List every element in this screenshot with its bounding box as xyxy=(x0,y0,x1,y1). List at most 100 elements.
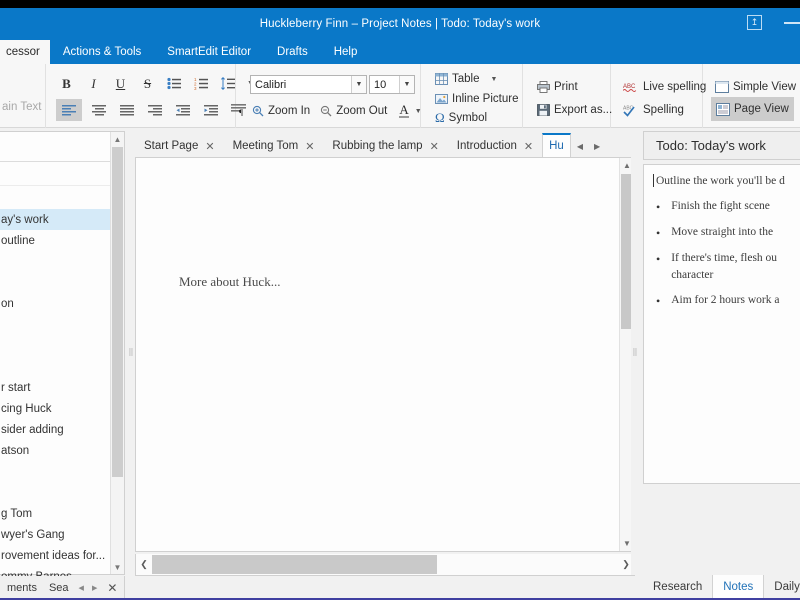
live-spelling-button[interactable]: ABC Live spelling xyxy=(619,76,710,98)
binder-item-3[interactable] xyxy=(0,251,124,272)
binder-item-outline[interactable]: outline xyxy=(0,230,124,251)
document-body-text[interactable]: More about Huck... xyxy=(179,274,280,290)
inspector-notes-body[interactable]: Outline the work you'll be d • Finish th… xyxy=(643,164,800,484)
binder-item-0[interactable] xyxy=(0,188,124,209)
tab-label: Rubbing the lamp xyxy=(332,140,422,152)
binder-item-12[interactable]: atson xyxy=(0,440,124,461)
print-button[interactable]: Print xyxy=(533,76,582,98)
align-center-button[interactable] xyxy=(88,100,110,121)
document-tab-rubbing-the-lamp[interactable]: Rubbing the lamp ✕ xyxy=(323,135,447,157)
ribbon-tab-smartedit-editor[interactable]: SmartEdit Editor xyxy=(154,39,264,64)
document-page[interactable]: More about Huck... ▲ ▼ xyxy=(135,157,635,552)
binder-tab-search[interactable]: Sea xyxy=(43,582,75,594)
font-family-select[interactable]: Calibri ▼ xyxy=(250,75,367,94)
tab-close-icon[interactable]: ✕ xyxy=(305,140,314,153)
strikethrough-button[interactable]: S xyxy=(137,73,158,94)
document-tab-meeting-tom[interactable]: Meeting Tom ✕ xyxy=(224,135,324,157)
indent-decrease-button[interactable] xyxy=(172,100,194,121)
binder-item-11[interactable]: sider adding xyxy=(0,419,124,440)
italic-button[interactable]: I xyxy=(83,73,104,94)
binder-item-13[interactable] xyxy=(0,461,124,482)
page-view-button[interactable]: Page View xyxy=(711,97,794,121)
bold-button[interactable]: B xyxy=(56,73,77,94)
indent-increase-button[interactable] xyxy=(200,100,222,121)
document-tab-start-page[interactable]: Start Page ✕ xyxy=(135,135,224,157)
spelling-button[interactable]: ABC Spelling xyxy=(619,99,688,121)
binder-item-todays-work[interactable]: ay's work xyxy=(0,209,124,230)
binder-item-17[interactable]: rovement ideas for... xyxy=(0,545,124,566)
binder-scrollbar[interactable]: ▲ ▼ xyxy=(110,132,124,574)
inspector-tab-daily[interactable]: Daily xyxy=(764,575,800,598)
bullet-list-button[interactable] xyxy=(164,73,185,94)
hscroll-track[interactable] xyxy=(152,554,618,575)
font-size-select[interactable]: 10 ▼ xyxy=(369,75,415,94)
binder-item-4[interactable] xyxy=(0,272,124,293)
minimize-icon[interactable] xyxy=(784,22,800,24)
simple-view-button[interactable]: Simple View xyxy=(711,76,800,98)
binder-scroll-thumb[interactable] xyxy=(112,147,123,477)
binder-scroll-up-icon[interactable]: ▲ xyxy=(111,132,124,146)
align-justify-button[interactable] xyxy=(116,100,138,121)
document-tab-introduction[interactable]: Introduction ✕ xyxy=(448,135,542,157)
editor-pane: Start Page ✕ Meeting Tom ✕ Rubbing the l… xyxy=(135,131,635,576)
splitter-left[interactable]: ⣿ xyxy=(127,131,135,575)
binder-item-16[interactable]: wyer's Gang xyxy=(0,524,124,545)
binder-item-7[interactable] xyxy=(0,335,124,356)
binder-item-15[interactable]: g Tom xyxy=(0,503,124,524)
binder-item-9[interactable]: r start xyxy=(0,377,124,398)
splitter-right[interactable]: ⣿ xyxy=(631,131,639,575)
zoom-out-button[interactable]: Zoom Out xyxy=(316,100,391,122)
compose-icon[interactable]: ↥ xyxy=(747,15,762,30)
ribbon-tab-actions-tools[interactable]: Actions & Tools xyxy=(50,39,154,64)
ribbon-group-output: Print Export as... xyxy=(523,64,611,128)
print-label: Print xyxy=(554,81,578,93)
tab-label: Hu xyxy=(549,140,564,152)
zoom-out-icon xyxy=(320,105,332,117)
binder-scroll-down-icon[interactable]: ▼ xyxy=(111,560,124,574)
binder-item-5[interactable]: on xyxy=(0,293,124,314)
binder-next-icon[interactable]: ▶ xyxy=(88,584,101,592)
binder-item-8[interactable] xyxy=(0,356,124,377)
inspector-tab-research[interactable]: Research xyxy=(643,575,712,598)
tab-close-icon[interactable]: ✕ xyxy=(524,140,533,153)
document-tab-strip: Start Page ✕ Meeting Tom ✕ Rubbing the l… xyxy=(135,131,635,157)
ribbon-tab-drafts[interactable]: Drafts xyxy=(264,39,321,64)
document-tab-huckleberry-finn[interactable]: Hu xyxy=(542,133,571,157)
symbol-button[interactable]: Ω Symbol xyxy=(431,107,491,129)
table-chevron-down-icon[interactable]: ▼ xyxy=(491,76,498,83)
ribbon-tab-word-processor[interactable]: cessor xyxy=(0,40,50,64)
ribbon-tab-help[interactable]: Help xyxy=(321,39,371,64)
text-color-icon: A xyxy=(399,104,408,118)
hscroll-left-icon[interactable]: ❮ xyxy=(136,559,152,570)
editor-horizontal-scrollbar[interactable]: ❮ ❯ xyxy=(135,554,635,576)
zoom-in-button[interactable]: Zoom In xyxy=(248,100,314,122)
binder-tab-documents[interactable]: ments xyxy=(1,582,43,594)
ribbon-toolbar: ain Text B I U S 1 2 xyxy=(0,64,800,128)
hscroll-thumb[interactable] xyxy=(152,555,437,574)
binder-item-10[interactable]: cing Huck xyxy=(0,398,124,419)
page-view-icon xyxy=(716,103,730,116)
tab-next-icon[interactable]: ▶ xyxy=(594,142,600,151)
tab-close-icon[interactable]: ✕ xyxy=(430,140,439,153)
bullet-text: If there's time, flesh ou xyxy=(671,252,777,264)
export-as-button[interactable]: Export as... xyxy=(533,99,616,121)
align-right-button[interactable] xyxy=(144,100,166,121)
underline-button[interactable]: U xyxy=(110,73,131,94)
tab-prev-icon[interactable]: ◀ xyxy=(577,142,583,151)
inline-picture-icon xyxy=(435,93,448,105)
binder-item-6[interactable] xyxy=(0,314,124,335)
plain-text-style-button[interactable]: ain Text xyxy=(0,96,45,118)
binder-item-14[interactable] xyxy=(0,482,124,503)
tab-close-icon[interactable]: ✕ xyxy=(205,140,214,153)
ribbon-tab-bar: cessor Actions & Tools SmartEdit Editor … xyxy=(0,39,800,64)
inspector-tab-notes[interactable]: Notes xyxy=(712,575,764,598)
tab-label: Introduction xyxy=(457,140,517,152)
numbered-list-button[interactable]: 1 2 3 xyxy=(191,73,212,94)
font-family-chevron-down-icon[interactable]: ▼ xyxy=(351,76,366,93)
save-floppy-icon xyxy=(537,104,550,116)
align-left-button[interactable] xyxy=(56,99,82,121)
table-button[interactable]: Table ▼ xyxy=(431,68,501,90)
binder-close-icon[interactable]: ✕ xyxy=(101,581,123,595)
binder-prev-icon[interactable]: ◀ xyxy=(75,584,88,592)
font-size-chevron-down-icon[interactable]: ▼ xyxy=(399,76,414,93)
